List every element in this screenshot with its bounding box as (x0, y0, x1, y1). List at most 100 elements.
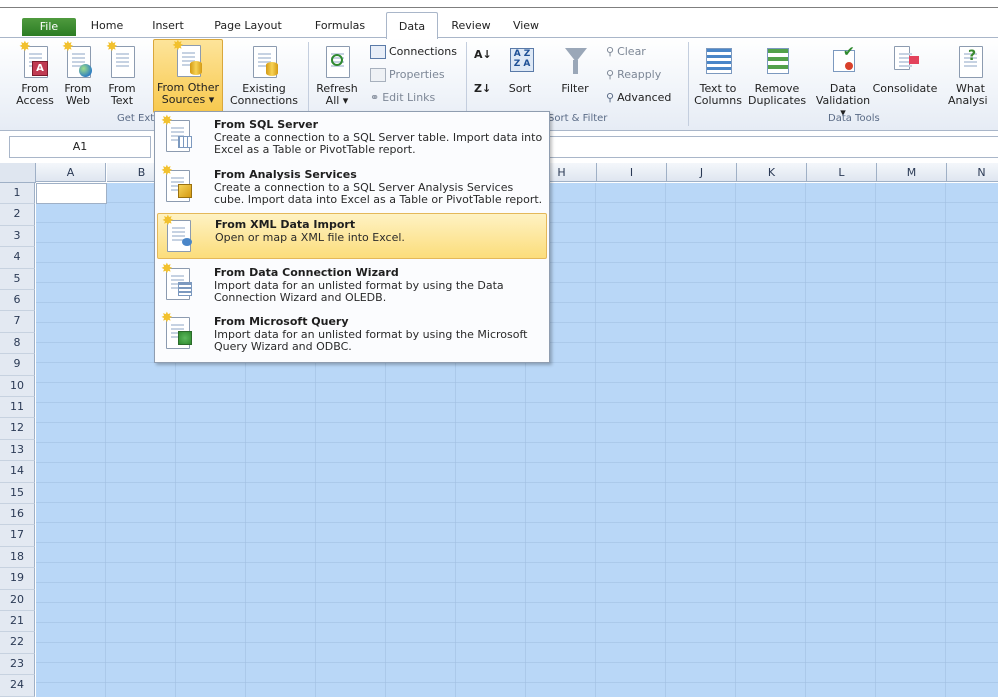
remove-duplicates-button[interactable]: Remove Duplicates (748, 44, 806, 107)
row-header-10[interactable]: 10 (0, 375, 35, 397)
connections-icon (370, 45, 386, 59)
clear-filter-icon: ⚲ (606, 45, 615, 58)
row-header-12[interactable]: 12 (0, 418, 35, 440)
column-header-m[interactable]: M (877, 163, 947, 182)
from-text-button[interactable]: ✸ From Text (102, 40, 142, 107)
row-header-19[interactable]: 19 (0, 568, 35, 590)
text-to-columns-button[interactable]: Text to Columns (694, 44, 742, 107)
row-header-7[interactable]: 7 (0, 311, 35, 333)
data-tools-group-label: Data Tools (828, 113, 880, 124)
what-if-icon: ? (956, 44, 984, 80)
row-header-20[interactable]: 20 (0, 589, 35, 611)
tab-data[interactable]: Data (386, 12, 438, 39)
connection-wizard-icon: ✸ (161, 262, 193, 300)
column-header-j[interactable]: J (667, 163, 737, 182)
column-header-l[interactable]: L (807, 163, 877, 182)
reapply-button[interactable]: ⚲ Reapply (606, 68, 661, 81)
sort-filter-group-label: Sort & Filter (548, 113, 608, 124)
tab-view[interactable]: View (505, 17, 547, 35)
remove-duplicates-icon (763, 44, 791, 80)
formula-bar[interactable] (536, 136, 998, 158)
text-file-icon: ✸ (106, 40, 136, 80)
menu-item-from-data-connection-wizard[interactable]: ✸ From Data Connection Wizard Import dat… (157, 262, 547, 310)
sort-dialog-icon: A ZZ A (506, 44, 534, 80)
sort-a-to-z-button[interactable]: A↓ (474, 48, 492, 61)
cube-icon: ✸ (161, 164, 193, 202)
select-all-corner[interactable] (0, 163, 36, 183)
row-header-5[interactable]: 5 (0, 268, 35, 290)
sort-button[interactable]: A ZZ A Sort (500, 44, 540, 95)
funnel-icon (561, 44, 589, 80)
row-header-24[interactable]: 24 (0, 675, 35, 697)
row-header-8[interactable]: 8 (0, 332, 35, 355)
what-if-analysis-button[interactable]: ? What Analysi (944, 44, 998, 107)
data-validation-icon: ✔ (829, 44, 857, 80)
row-header-18[interactable]: 18 (0, 546, 35, 569)
column-header-n[interactable]: N (947, 163, 998, 182)
edit-links-button[interactable]: ⚭ Edit Links (370, 91, 435, 104)
row-header-13[interactable]: 13 (0, 439, 35, 462)
data-validation-button[interactable]: ✔ Data Validation ▾ (812, 44, 874, 119)
menu-item-from-analysis-services[interactable]: ✸ From Analysis Services Create a connec… (157, 164, 547, 212)
row-header-22[interactable]: 22 (0, 632, 35, 654)
refresh-icon (323, 44, 351, 80)
row-header-14[interactable]: 14 (0, 461, 35, 483)
from-web-button[interactable]: ✸ From Web (58, 40, 98, 107)
name-box[interactable]: A1 (9, 136, 151, 158)
from-other-sources-button[interactable]: ✸ From Other Sources ▾ (153, 39, 223, 113)
web-globe-icon: ✸ (62, 40, 92, 80)
database-source-icon: ✸ (172, 39, 202, 79)
row-header-11[interactable]: 11 (0, 397, 35, 419)
tab-page-layout[interactable]: Page Layout (200, 17, 296, 35)
consolidate-button[interactable]: Consolidate (872, 44, 938, 95)
clear-filter-button[interactable]: ⚲ Clear (606, 45, 646, 58)
consolidate-icon (891, 44, 919, 80)
filter-button[interactable]: Filter (553, 44, 597, 95)
column-header-a[interactable]: A (36, 163, 106, 182)
ribbon-tab-bar: File Home Insert Page Layout Formulas Da… (0, 8, 998, 39)
advanced-filter-icon: ⚲ (606, 91, 615, 104)
column-header-i[interactable]: I (597, 163, 667, 182)
sql-table-icon: ✸ (161, 114, 193, 152)
tab-review[interactable]: Review (446, 17, 496, 35)
row-header-16[interactable]: 16 (0, 504, 35, 526)
refresh-all-button[interactable]: Refresh All ▾ (314, 44, 360, 107)
sort-descending-icon: Z↓ (474, 82, 492, 95)
row-header-17[interactable]: 17 (0, 525, 35, 547)
connections-button[interactable]: Connections (370, 45, 457, 59)
sort-z-to-a-button[interactable]: Z↓ (474, 82, 491, 95)
reapply-icon: ⚲ (606, 68, 615, 81)
row-header-21[interactable]: 21 (0, 611, 35, 633)
group-separator (688, 42, 689, 126)
column-header-k[interactable]: K (737, 163, 807, 182)
sort-ascending-icon: A↓ (474, 48, 492, 61)
window-top-edge (0, 0, 998, 8)
microsoft-query-icon: ✸ (161, 311, 193, 349)
row-header-1[interactable]: 1 (0, 183, 35, 205)
row-header-15[interactable]: 15 (0, 482, 35, 504)
advanced-filter-button[interactable]: ⚲ Advanced (606, 91, 671, 104)
from-access-button[interactable]: ✸ A From Access (14, 40, 56, 107)
tab-formulas[interactable]: Formulas (306, 17, 374, 35)
properties-icon (370, 68, 386, 82)
existing-connections-icon (250, 44, 278, 80)
xml-file-icon: ✸ (162, 214, 194, 252)
menu-item-from-xml-data-import[interactable]: ✸ From XML Data Import Open or map a XML… (157, 213, 547, 259)
menu-item-from-sql-server[interactable]: ✸ From SQL Server Create a connection to… (157, 114, 547, 162)
row-header-9[interactable]: 9 (0, 354, 35, 376)
row-header-23[interactable]: 23 (0, 653, 35, 676)
properties-button[interactable]: Properties (370, 68, 445, 82)
row-header-2[interactable]: 2 (0, 204, 35, 226)
menu-item-from-microsoft-query[interactable]: ✸ From Microsoft Query Import data for a… (157, 311, 547, 359)
tab-file[interactable]: File (22, 18, 76, 36)
tab-home[interactable]: Home (84, 17, 130, 35)
tab-insert[interactable]: Insert (144, 17, 192, 35)
chain-link-icon: ⚭ (370, 91, 380, 104)
get-external-data-group-label: Get Ext (117, 113, 155, 124)
row-header-4[interactable]: 4 (0, 247, 35, 269)
existing-connections-button[interactable]: Existing Connections (226, 44, 302, 107)
row-header-3[interactable]: 3 (0, 225, 35, 248)
active-cell-a1[interactable] (36, 183, 107, 204)
from-other-sources-menu: ✸ From SQL Server Create a connection to… (154, 111, 550, 363)
row-header-6[interactable]: 6 (0, 290, 35, 312)
